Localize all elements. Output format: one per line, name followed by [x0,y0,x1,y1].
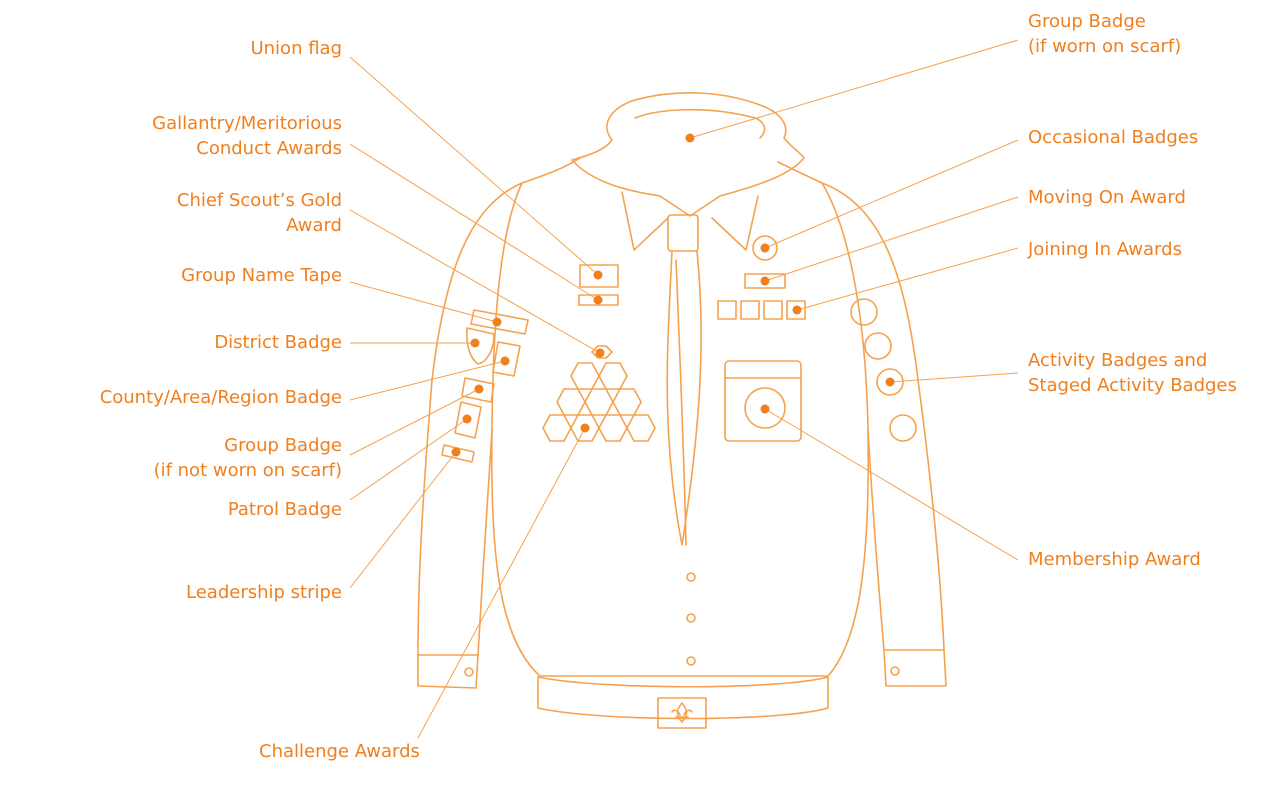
label-gallantry-awards: Gallantry/Meritorious Conduct Awards [152,113,342,159]
label-patrol-badge: Patrol Badge [227,499,342,520]
label-district-badge: District Badge [214,332,342,353]
label-challenge-awards: Challenge Awards [259,741,420,762]
leader-lines [349,39,1019,739]
label-county-badge: County/Area/Region Badge [99,387,342,408]
label-group-name-tape: Group Name Tape [181,265,342,286]
label-chief-scout-gold: Chief Scout’s Gold Award [176,190,342,236]
label-leadership-stripe: Leadership stripe [186,582,342,603]
label-membership-award: Membership Award [1028,549,1201,570]
label-activity-badges: Activity Badges and Staged Activity Badg… [1028,350,1237,396]
label-occasional-badges: Occasional Badges [1028,127,1199,148]
shirt-outline [417,92,947,729]
label-union-flag: Union flag [250,38,342,59]
label-moving-on-award: Moving On Award [1028,187,1186,208]
label-group-badge-scarf: Group Badge (if worn on scarf) [1028,11,1182,57]
label-joining-in-awards: Joining In Awards [1028,239,1182,260]
label-group-badge-not-scarf: Group Badge (if not worn on scarf) [153,435,342,481]
marker-dots [451,133,895,457]
